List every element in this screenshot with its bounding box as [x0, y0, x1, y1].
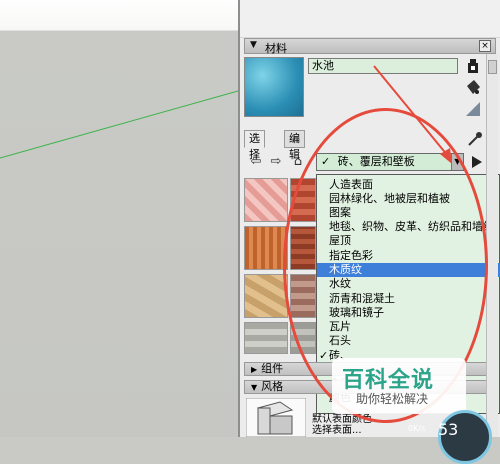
material-thumbnail[interactable]	[244, 274, 288, 318]
tab-select[interactable]: 选择	[244, 130, 265, 161]
materials-titlebar[interactable]: ▼ 材料 ×	[244, 38, 496, 55]
model-viewport[interactable]	[0, 0, 238, 437]
section-label: 风格	[261, 380, 284, 393]
red-annotation-arrow	[373, 65, 452, 164]
close-icon[interactable]: ×	[479, 40, 491, 52]
panel-title: 材料	[265, 42, 287, 55]
green-axis-line	[0, 90, 238, 159]
expand-arrow-icon: ▶	[251, 365, 258, 374]
collapse-arrow-icon[interactable]: ▼	[250, 40, 257, 50]
details-arrow-icon[interactable]	[468, 153, 486, 171]
watermark-subtitle: 助你轻松解决	[356, 392, 429, 406]
material-thumbnail[interactable]	[244, 226, 288, 270]
material-thumbnail[interactable]	[244, 178, 288, 222]
sample-icon[interactable]	[464, 100, 482, 118]
create-material-icon[interactable]	[464, 57, 482, 75]
forward-arrow-icon[interactable]: ⇨	[268, 154, 284, 170]
section-label: 组件	[261, 362, 284, 375]
tab-edit[interactable]: 编辑	[284, 130, 305, 161]
home-icon[interactable]: ⌂	[290, 154, 306, 170]
material-thumbnail[interactable]	[244, 322, 288, 354]
panel-top-strip	[240, 0, 500, 38]
eyedropper-icon[interactable]	[466, 130, 484, 148]
network-number: 53	[438, 420, 459, 439]
paint-bucket-icon[interactable]	[464, 78, 482, 96]
scrollbar-thumb[interactable]	[488, 60, 497, 74]
style-preview-thumbnail[interactable]	[246, 398, 306, 437]
collapse-arrow-icon: ▼	[251, 383, 258, 392]
network-rate: 0K/s	[408, 424, 426, 433]
back-arrow-icon[interactable]: ⇦	[248, 154, 264, 170]
watermark-box: 百科全说 助你轻松解决	[332, 358, 466, 414]
material-preview-swatch	[244, 57, 304, 117]
